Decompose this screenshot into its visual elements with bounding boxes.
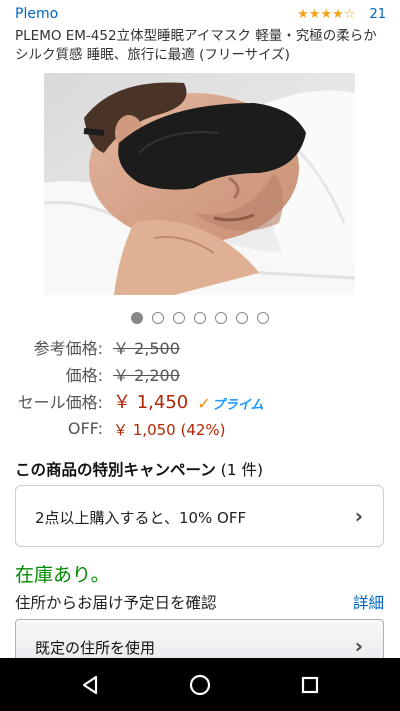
campaign-count: (1 件) [220,461,264,479]
off-row: OFF: ￥ 1,050 (42%) [0,419,400,443]
campaign-offer-button[interactable]: 2点以上購入すると、10% OFF › [15,485,384,547]
home-button[interactable] [170,658,230,711]
sale-price-row: セール価格: ￥ 1,450 ✓ プライム [0,388,400,414]
brand-link[interactable]: Plemo [15,6,58,22]
back-triangle-icon [82,675,98,694]
delivery-label: 住所からお届け予定日を確認 [15,594,217,612]
android-navigation-bar [0,658,400,711]
image-carousel-dots[interactable] [131,312,269,324]
eye-mask-photo-icon [44,73,355,295]
back-button[interactable] [60,658,120,711]
carousel-dot[interactable] [173,312,185,324]
campaign-offer-text: 2点以上購入すると、10% OFF [35,509,247,527]
star-rating-icon: ★★★★☆ [297,7,356,22]
carousel-dot[interactable] [215,312,227,324]
home-circle-icon [189,674,211,695]
chevron-right-icon: › [354,504,363,528]
sale-price-group: ￥ 1,450 ✓ プライム [113,388,264,414]
carousel-dot[interactable] [131,312,143,324]
carousel-dot[interactable] [152,312,164,324]
price-label: 価格: [65,366,103,385]
off-label: OFF: [67,419,103,438]
brand-row: Plemo ★★★★☆ 21 [15,6,386,26]
campaign-heading: この商品の特別キャンペーン (1 件) [15,458,263,480]
price-row: 価格: ￥ 2,200 [0,362,400,386]
sale-price-label: セール価格: [17,393,103,412]
reference-price-value: ￥ 2,500 [113,339,180,358]
carousel-dot[interactable] [236,312,248,324]
price-value: ￥ 2,200 [113,366,180,385]
campaign-heading-text: この商品の特別キャンペーン [15,461,216,479]
recents-button[interactable] [280,658,340,711]
product-image[interactable] [44,73,355,295]
delivery-row: 住所からお届け予定日を確認 詳細 [15,591,384,613]
details-link[interactable]: 詳細 [353,591,384,613]
reference-price-row: 参考価格: ￥ 2,500 [0,335,400,359]
carousel-dot[interactable] [257,312,269,324]
address-button-label: 既定の住所を使用 [35,639,156,657]
recents-square-icon [301,676,319,693]
rating[interactable]: ★★★★☆ 21 [297,7,386,22]
product-title: PLEMO EM-452立体型睡眠アイマスク 軽量・究極の柔らかシルク質感 睡眠… [15,28,377,63]
prime-check-icon: ✓ [197,394,211,413]
chevron-right-icon: › [354,634,363,658]
stock-status: 在庫あり。 [15,564,110,586]
carousel-dot[interactable] [194,312,206,324]
reference-price-label: 参考価格: [33,339,103,358]
sale-price-value: ￥ 1,450 [113,392,189,413]
prime-label: プライム [211,398,264,413]
off-value: ￥ 1,050 (42%) [113,421,226,439]
rating-count[interactable]: 21 [369,7,386,22]
prime-badge: ✓ プライム [197,394,263,413]
